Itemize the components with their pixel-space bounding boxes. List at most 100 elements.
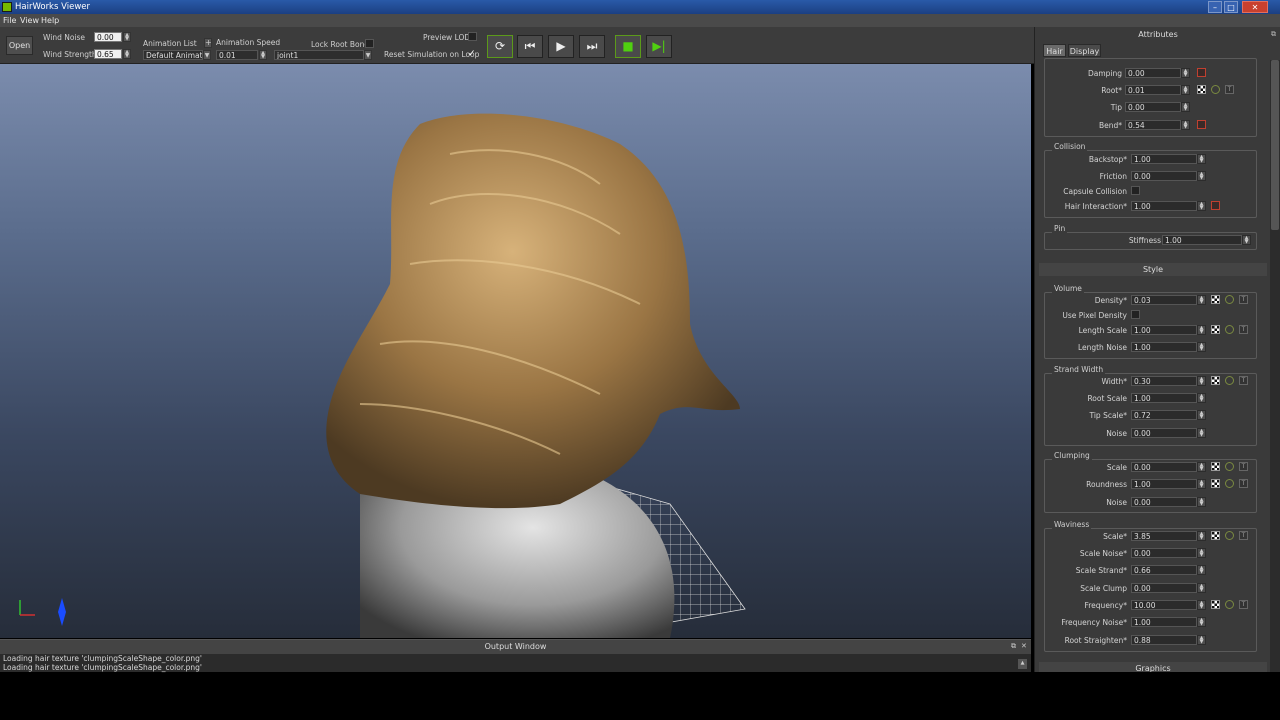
link-icon[interactable] — [1225, 325, 1234, 334]
friction-spinner[interactable]: ▲ ▼ — [1197, 171, 1206, 181]
clump-noise-input[interactable]: 0.00 — [1131, 497, 1197, 507]
density-input[interactable]: 0.03 — [1131, 295, 1197, 305]
bend-spinner[interactable]: ▲ ▼ — [1181, 120, 1190, 130]
noise-input[interactable]: 0.00 — [1131, 428, 1197, 438]
add-animation-icon[interactable]: + — [204, 38, 212, 48]
style-section-header[interactable]: Style — [1039, 263, 1267, 276]
frequency-noise-input[interactable]: 1.00 — [1131, 617, 1197, 627]
clump-scale-input[interactable]: 0.00 — [1131, 462, 1197, 472]
scrollbar-thumb[interactable] — [1271, 60, 1279, 230]
skip-back-icon[interactable]: ⏮ — [517, 35, 543, 58]
wind-strength-spinner[interactable]: ▲ ▼ — [123, 49, 131, 59]
text-icon[interactable]: T — [1239, 295, 1248, 304]
preview-lod-checkbox[interactable] — [468, 32, 477, 41]
tab-display[interactable]: Display — [1068, 44, 1101, 57]
texture-icon[interactable] — [1211, 325, 1220, 334]
animation-speed-spinner[interactable]: ▲ ▼ — [259, 50, 267, 60]
text-icon[interactable]: T — [1239, 531, 1248, 540]
bend-input[interactable]: 0.54 — [1125, 120, 1181, 130]
density-spinner[interactable]: ▲ ▼ — [1197, 295, 1206, 305]
close-icon[interactable]: ✕ — [1242, 1, 1268, 13]
wave-scale-input[interactable]: 3.85 — [1131, 531, 1197, 541]
roundness-input[interactable]: 1.00 — [1131, 479, 1197, 489]
output-close-icon[interactable]: ✕ — [1021, 642, 1027, 650]
friction-input[interactable]: 0.00 — [1131, 171, 1197, 181]
link-icon[interactable] — [1225, 295, 1234, 304]
animation-speed-input[interactable]: 0.01 — [216, 50, 258, 60]
wind-strength-input[interactable]: 0.65 — [94, 49, 122, 59]
reset-sim-checkbox[interactable]: ✓ — [468, 49, 476, 59]
root-spinner[interactable]: ▲ ▼ — [1181, 85, 1190, 95]
scale-noise-input[interactable]: 0.00 — [1131, 548, 1197, 558]
frequency-input[interactable]: 10.00 — [1131, 600, 1197, 610]
hair-interaction-input[interactable]: 1.00 — [1131, 201, 1197, 211]
text-icon[interactable]: T — [1239, 325, 1248, 334]
clump-noise-spinner[interactable]: ▲ ▼ — [1197, 497, 1206, 507]
curve-icon[interactable] — [1197, 68, 1206, 77]
menu-view[interactable]: View — [20, 16, 39, 25]
capsule-collision-checkbox[interactable] — [1131, 186, 1140, 195]
frequency-spinner[interactable]: ▲ ▼ — [1197, 600, 1206, 610]
length-noise-input[interactable]: 1.00 — [1131, 342, 1197, 352]
stiffness-spinner[interactable]: ▲ ▼ — [1242, 235, 1251, 245]
step-forward-icon[interactable]: ▶| — [646, 35, 672, 58]
link-icon[interactable] — [1225, 479, 1234, 488]
link-icon[interactable] — [1225, 376, 1234, 385]
tab-hair[interactable]: Hair — [1043, 44, 1066, 57]
text-icon[interactable]: T — [1239, 376, 1248, 385]
root-bone-select[interactable]: joint1 — [274, 50, 364, 60]
stiffness-input[interactable]: 1.00 — [1162, 235, 1242, 245]
wind-noise-spinner[interactable]: ▲ ▼ — [123, 32, 131, 42]
output-scroll-up-icon[interactable]: ▲ — [1018, 659, 1027, 669]
minimize-icon[interactable]: – — [1208, 1, 1222, 13]
3d-viewport[interactable] — [0, 64, 1031, 638]
curve-icon[interactable] — [1197, 120, 1206, 129]
tip-spinner[interactable]: ▲ ▼ — [1181, 102, 1190, 112]
noise-spinner[interactable]: ▲ ▼ — [1197, 428, 1206, 438]
tip-scale-spinner[interactable]: ▲ ▼ — [1197, 410, 1206, 420]
link-icon[interactable] — [1211, 85, 1220, 94]
maximize-icon[interactable]: □ — [1224, 1, 1238, 13]
scale-clump-input[interactable]: 0.00 — [1131, 583, 1197, 593]
reset-icon[interactable]: ⟳ — [487, 35, 513, 58]
link-icon[interactable] — [1225, 531, 1234, 540]
animation-list-select[interactable]: Default Animation — [143, 50, 203, 60]
width-spinner[interactable]: ▲ ▼ — [1197, 376, 1206, 386]
float-icon[interactable]: ⧉ — [1011, 642, 1016, 651]
backstop-input[interactable]: 1.00 — [1131, 154, 1197, 164]
damping-spinner[interactable]: ▲ ▼ — [1181, 68, 1190, 78]
graphics-section-header[interactable]: Graphics — [1039, 662, 1267, 672]
texture-icon[interactable] — [1211, 295, 1220, 304]
tip-input[interactable]: 0.00 — [1125, 102, 1181, 112]
root-input[interactable]: 0.01 — [1125, 85, 1181, 95]
link-icon[interactable] — [1225, 462, 1234, 471]
open-button[interactable]: Open — [6, 36, 33, 55]
root-straighten-spinner[interactable]: ▲ ▼ — [1197, 635, 1206, 645]
root-bone-chevron-icon[interactable]: ▼ — [364, 50, 372, 60]
play-icon[interactable]: ▶ — [548, 35, 574, 58]
damping-input[interactable]: 0.00 — [1125, 68, 1181, 78]
clump-scale-spinner[interactable]: ▲ ▼ — [1197, 462, 1206, 472]
skip-forward-icon[interactable]: ⏭ — [579, 35, 605, 58]
stop-icon[interactable]: ■ — [615, 35, 641, 58]
length-scale-input[interactable]: 1.00 — [1131, 325, 1197, 335]
text-icon[interactable]: T — [1239, 479, 1248, 488]
text-icon[interactable]: T — [1239, 462, 1248, 471]
scale-clump-spinner[interactable]: ▲ ▼ — [1197, 583, 1206, 593]
lock-root-bone-checkbox[interactable] — [365, 39, 374, 48]
root-straighten-input[interactable]: 0.88 — [1131, 635, 1197, 645]
texture-icon[interactable] — [1211, 531, 1220, 540]
texture-icon[interactable] — [1211, 462, 1220, 471]
frequency-noise-spinner[interactable]: ▲ ▼ — [1197, 617, 1206, 627]
use-pixel-density-checkbox[interactable] — [1131, 310, 1140, 319]
attributes-scrollbar[interactable] — [1270, 60, 1280, 672]
texture-icon[interactable] — [1211, 376, 1220, 385]
root-scale-input[interactable]: 1.00 — [1131, 393, 1197, 403]
link-icon[interactable] — [1225, 600, 1234, 609]
menu-help[interactable]: Help — [41, 16, 59, 25]
menu-file[interactable]: File — [3, 16, 16, 25]
texture-icon[interactable] — [1211, 600, 1220, 609]
curve-icon[interactable] — [1211, 201, 1220, 210]
texture-icon[interactable] — [1197, 85, 1206, 94]
scale-noise-spinner[interactable]: ▲ ▼ — [1197, 548, 1206, 558]
